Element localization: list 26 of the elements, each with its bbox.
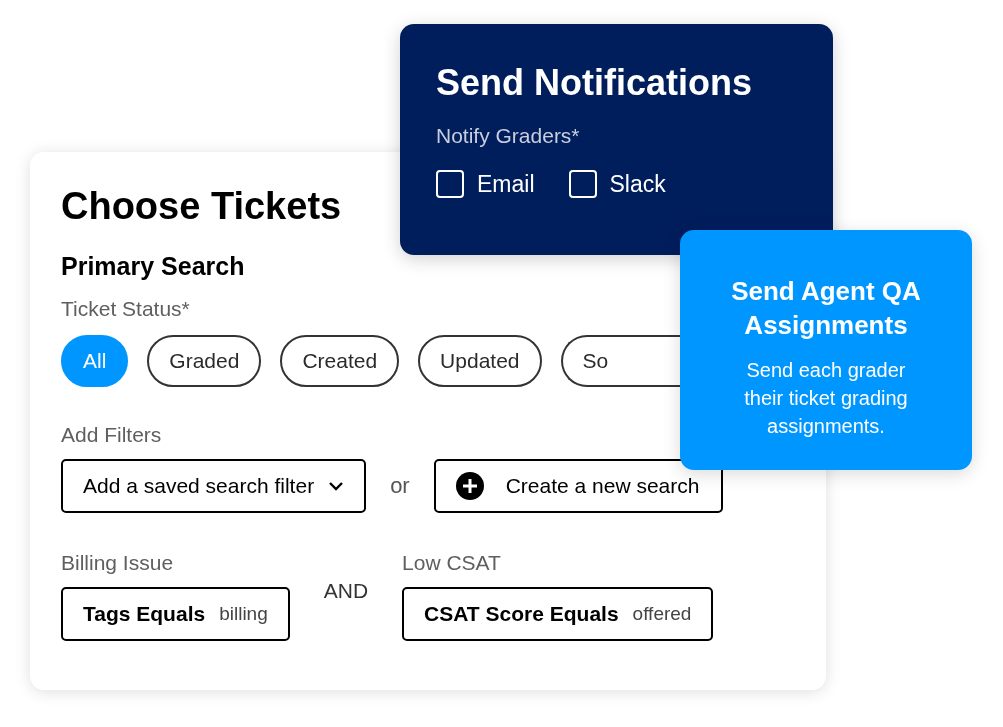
checkbox[interactable] bbox=[568, 170, 597, 198]
field-label: Ticket Status* bbox=[61, 297, 190, 321]
filter-name: Billing Issue bbox=[61, 551, 174, 575]
filter-chip[interactable]: Tags Equals billing bbox=[61, 587, 290, 641]
card-description: Send each grader their ticket grading assignments. bbox=[743, 358, 909, 439]
status-pill[interactable]: Created bbox=[280, 335, 400, 387]
section-title: Primary Search bbox=[61, 252, 245, 281]
status-pill[interactable]: Updated bbox=[418, 335, 542, 387]
chevron-down-icon bbox=[328, 481, 345, 491]
create-search-button[interactable]: Create a new search bbox=[433, 459, 724, 513]
checkbox-label: Email bbox=[477, 170, 535, 198]
filter-chip[interactable]: CSAT Score Equals offered bbox=[402, 587, 714, 641]
and-text: AND bbox=[323, 579, 369, 603]
card-title: Choose Tickets bbox=[61, 184, 342, 229]
filter-name: Low CSAT bbox=[402, 551, 501, 575]
or-text: or bbox=[390, 473, 410, 499]
plus-circle-icon bbox=[455, 472, 484, 500]
saved-filter-dropdown[interactable]: Add a saved search filter bbox=[61, 459, 367, 513]
status-pill[interactable]: So bbox=[560, 335, 680, 387]
status-pill[interactable]: Graded bbox=[147, 335, 262, 387]
field-label: Add Filters bbox=[61, 423, 162, 447]
card-title: Send Notifications bbox=[436, 62, 753, 104]
field-label: Notify Graders* bbox=[436, 124, 580, 148]
checkbox-label: Slack bbox=[609, 170, 666, 198]
card-title: Send Agent QA Assignments bbox=[730, 275, 922, 342]
checkbox[interactable] bbox=[436, 170, 464, 198]
